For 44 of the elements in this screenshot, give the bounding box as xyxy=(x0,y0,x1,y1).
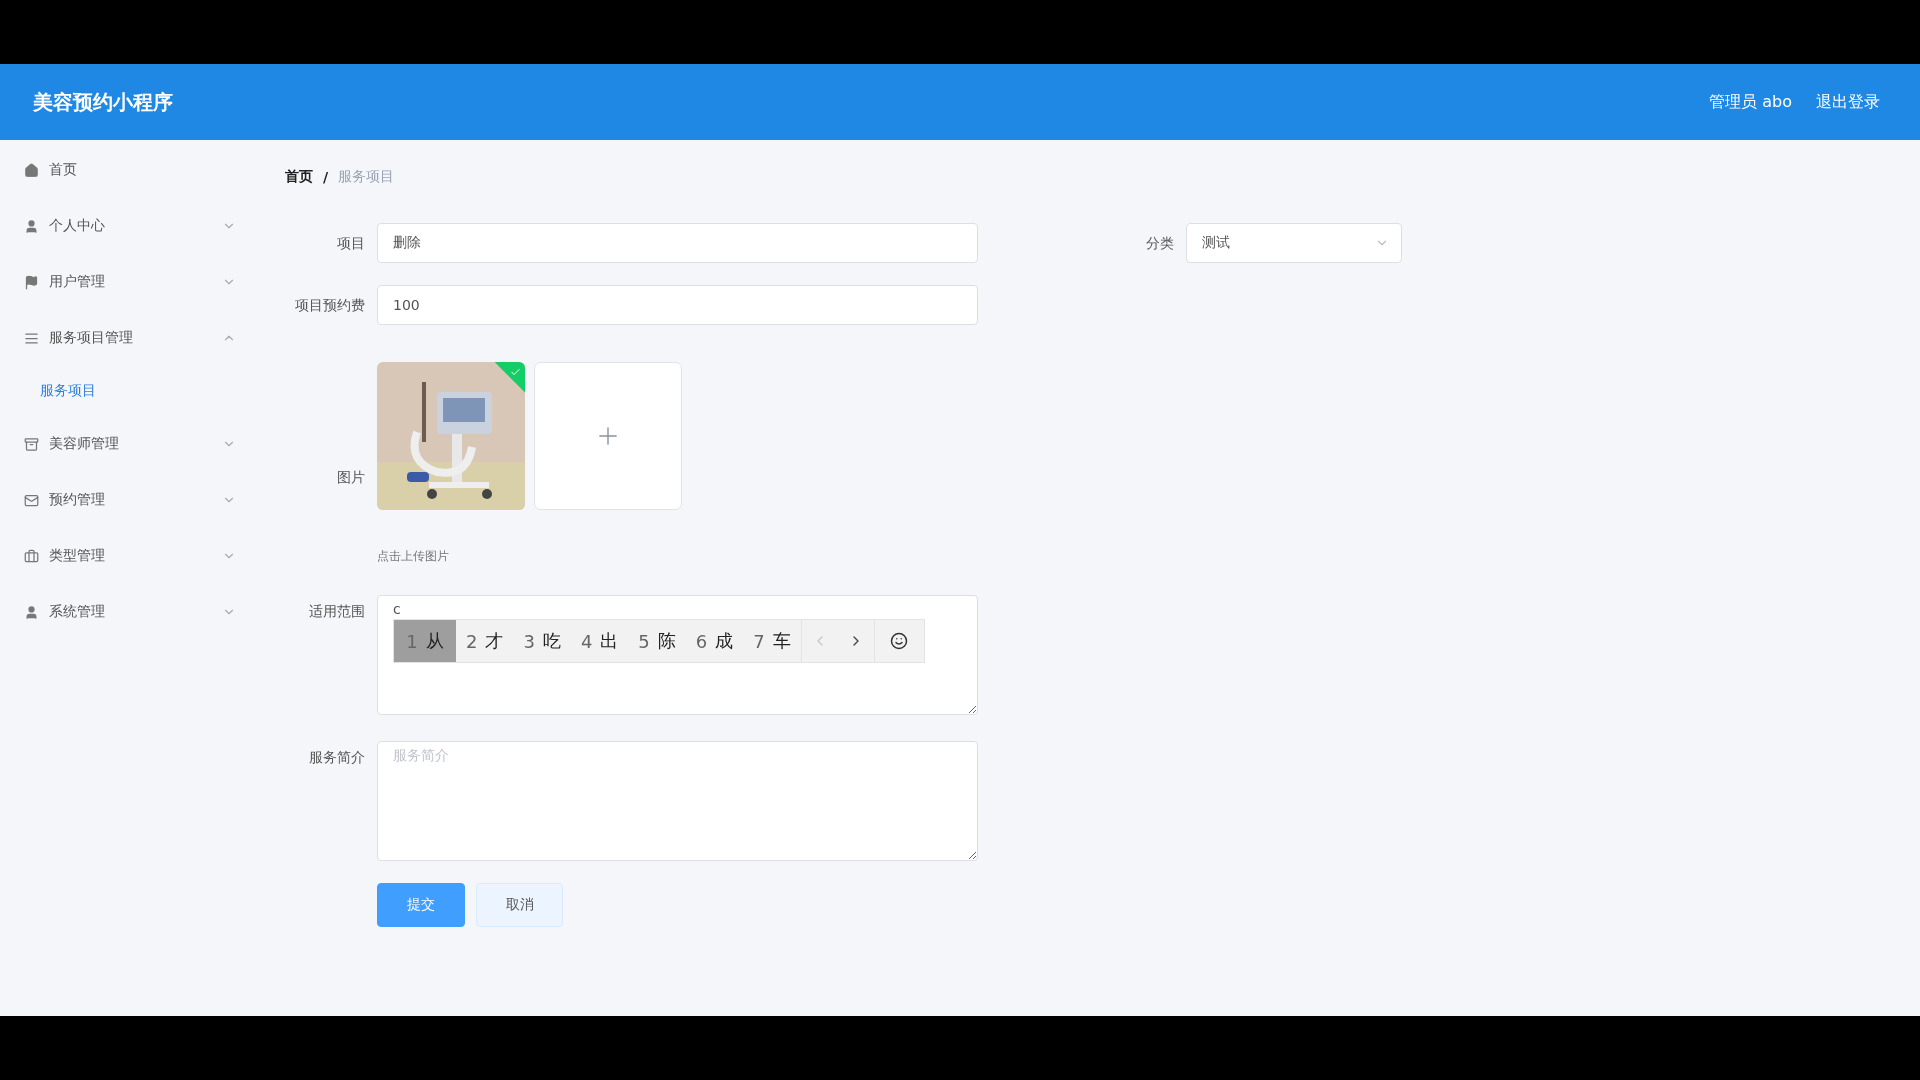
flag-icon xyxy=(24,274,39,290)
intro-textarea[interactable]: 服务简介 xyxy=(377,741,978,861)
ime-candidate[interactable]: 5 陈 xyxy=(628,620,686,662)
field-label: 图片 xyxy=(336,468,366,487)
admin-user-label: 管理员 abo xyxy=(1709,91,1792,113)
sidebar-item[interactable]: 服务项目管理 xyxy=(0,310,260,366)
home-icon xyxy=(24,162,39,178)
ime-candidate[interactable]: 2 才 xyxy=(456,620,514,662)
sidebar-item[interactable]: 预约管理 xyxy=(0,472,260,528)
box-icon xyxy=(24,436,39,452)
app-title: 美容预约小程序 xyxy=(33,88,174,116)
field-label: 项目 xyxy=(336,234,366,253)
field-label: 服务简介 xyxy=(308,748,366,767)
upload-button[interactable] xyxy=(534,362,682,510)
category-select[interactable]: 测试 xyxy=(1186,223,1402,263)
field-label: 项目预约费 xyxy=(294,296,366,315)
ime-candidate[interactable]: 7 车 xyxy=(743,620,801,662)
ime-candidate[interactable]: 4 出 xyxy=(570,620,629,662)
user-icon xyxy=(24,604,39,620)
item-input[interactable]: 删除 xyxy=(377,223,978,263)
mail-icon xyxy=(24,492,39,508)
cancel-button[interactable]: 取消 xyxy=(476,883,563,927)
sidebar-item[interactable]: 首页 xyxy=(0,142,260,198)
sidebar-item[interactable]: 类型管理 xyxy=(0,528,260,584)
breadcrumb-separator: / xyxy=(323,169,329,185)
user-icon xyxy=(24,218,39,234)
sidebar-item[interactable]: 美容师管理 xyxy=(0,416,260,472)
breadcrumb-item: 服务项目 xyxy=(338,168,395,186)
ime-candidate[interactable]: 1 从 xyxy=(394,620,456,662)
sidebar-item[interactable]: 用户管理 xyxy=(0,254,260,310)
ime-candidate[interactable]: 6 成 xyxy=(685,620,744,662)
smiley-icon xyxy=(890,632,909,650)
breadcrumb-item[interactable]: 首页 xyxy=(285,168,313,186)
ime-candidate[interactable]: 3 吃 xyxy=(513,620,571,662)
sidebar-item[interactable]: 系统管理 xyxy=(0,584,260,640)
logout-link[interactable]: 退出登录 xyxy=(1816,91,1880,113)
sidebar-item[interactable]: 个人中心 xyxy=(0,198,260,254)
list-icon xyxy=(24,330,39,346)
fee-input[interactable]: 100 xyxy=(377,285,978,325)
field-label: 适用范围 xyxy=(308,602,366,621)
briefcase-icon xyxy=(24,548,39,564)
sidebar-subitem[interactable]: 服务项目 xyxy=(0,366,260,416)
field-label: 分类 xyxy=(1145,234,1175,253)
upload-hint: 点击上传图片 xyxy=(377,548,450,565)
